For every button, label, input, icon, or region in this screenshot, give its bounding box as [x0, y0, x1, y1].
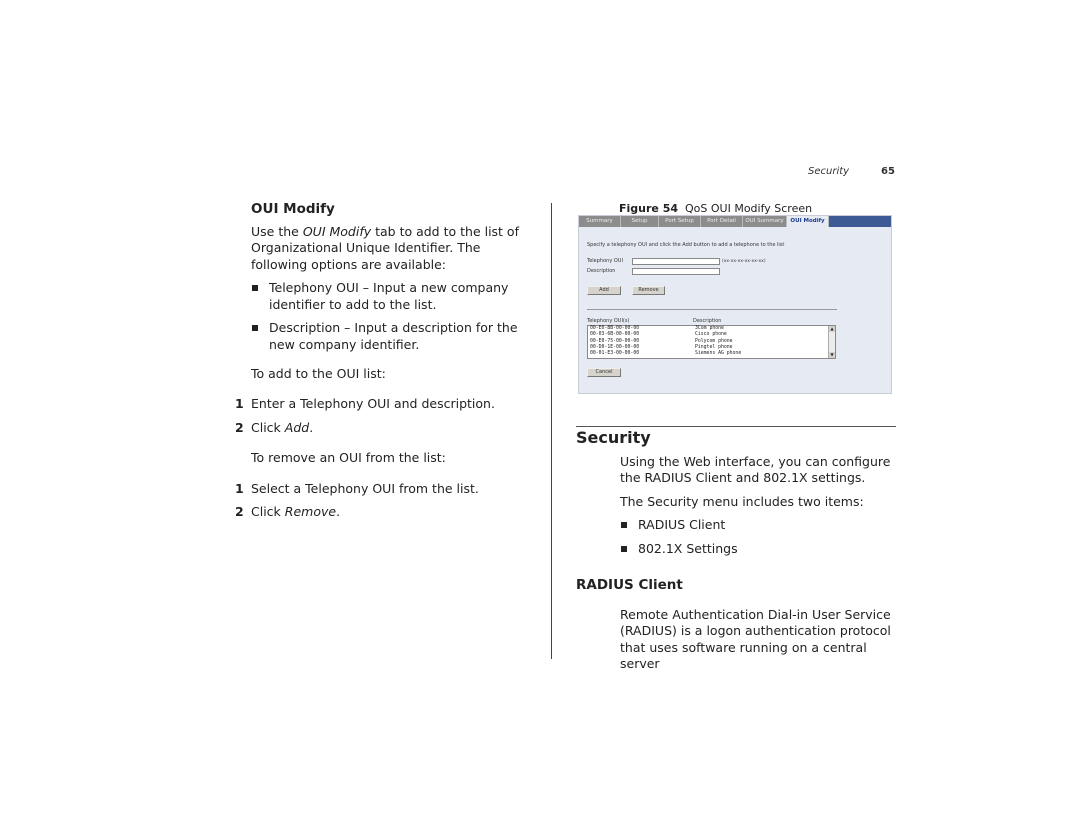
add-lead: To add to the OUI list:: [251, 366, 386, 381]
add-steps: 1 Enter a Telephony OUI and description. …: [235, 396, 535, 521]
scroll-down-icon[interactable]: ▼: [829, 352, 835, 358]
tab-port-setup[interactable]: Port Setup: [659, 216, 701, 227]
tab-port-detail[interactable]: Port Detail: [701, 216, 743, 227]
tab-setup[interactable]: Setup: [621, 216, 659, 227]
instruction-text: Specify a telephony OUI and click the Ad…: [587, 242, 785, 248]
bullet-icon: [621, 545, 627, 552]
running-header-section: Security: [808, 166, 850, 177]
cancel-button[interactable]: Cancel: [587, 368, 621, 377]
list-scrollbar[interactable]: ▲ ▼: [828, 326, 835, 358]
radius-description: Remote Authentication Dial-in User Servi…: [620, 606, 891, 672]
tab-summary[interactable]: Summary: [579, 216, 621, 227]
bullet-icon: [621, 522, 627, 528]
step-item: 1 Enter a Telephony OUI and description.: [235, 396, 495, 411]
separator: [587, 309, 837, 310]
oui-modify-heading: OUI Modify: [251, 201, 335, 217]
security-intro: Using the Web interface, you can configu…: [620, 453, 891, 486]
bullet-icon: [252, 325, 258, 331]
oui-modify-section: OUI Modify Use the OUI Modify tab to add…: [251, 201, 531, 383]
step-item: 2 Click Add.: [235, 419, 314, 435]
tab-oui-modify[interactable]: OUI Modify: [787, 216, 829, 227]
bullet-icon: [252, 285, 258, 291]
step-item: 2 Click Remove.: [235, 504, 341, 519]
add-button[interactable]: Add: [587, 286, 621, 295]
oui-list[interactable]: 00-E0-BB-00-00-00 3Com phone 00-03-6B-00-…: [587, 325, 836, 359]
page-number: 65: [881, 166, 895, 177]
list-header-description: Description: [693, 318, 722, 324]
description-input[interactable]: [632, 268, 720, 275]
tab-oui-summary[interactable]: OUI Summary: [743, 216, 787, 227]
column-divider: [551, 203, 552, 659]
section-rule: [576, 426, 896, 427]
radius-client-heading: RADIUS Client: [576, 577, 683, 593]
scroll-up-icon[interactable]: ▲: [829, 326, 835, 332]
remove-lead: To remove an OUI from the list:: [251, 450, 446, 465]
bullet-item: RADIUS Client: [620, 517, 901, 534]
bullet-item: 802.1X Settings: [620, 541, 901, 558]
oui-format-hint: (xx-xx-xx-xx-xx-xx): [722, 259, 766, 264]
security-heading: Security: [576, 428, 651, 447]
oui-modify-intro: Use the OUI Modify tab to add to the lis…: [251, 223, 519, 272]
bullet-item: Description – Input a description for th…: [251, 320, 537, 353]
bullet-item: Telephony OUI – Input a new company iden…: [251, 280, 524, 313]
security-section: Security Using the Web interface, you ca…: [576, 428, 901, 673]
qos-oui-modify-screenshot: Summary Setup Port Setup Port Detail OUI…: [578, 215, 892, 394]
telephony-oui-label: Telephony OUI: [587, 258, 623, 264]
telephony-oui-input[interactable]: [632, 258, 720, 265]
figure-caption: Figure 54 QoS OUI Modify Screen: [619, 202, 813, 215]
description-label: Description: [587, 268, 616, 274]
tab-bar: Summary Setup Port Setup Port Detail OUI…: [579, 216, 891, 227]
list-row[interactable]: 00-01-E3-00-00-00 Siemens AG phone: [588, 351, 835, 357]
list-header-oui: Telephony OUI(s): [587, 318, 630, 324]
step-item: 1 Select a Telephony OUI from the list.: [235, 480, 479, 496]
remove-button[interactable]: Remove: [632, 286, 665, 295]
menu-lead: The Security menu includes two items:: [620, 493, 864, 509]
